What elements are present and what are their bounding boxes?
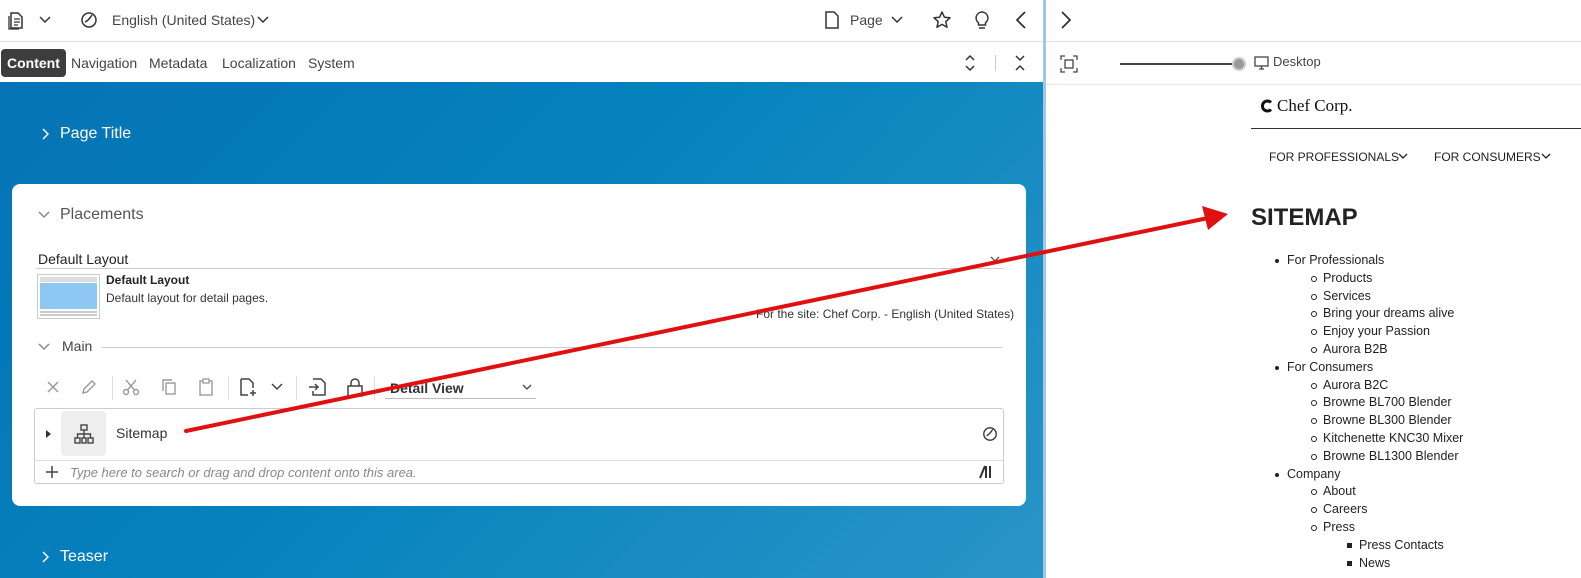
annotation-arrow-line (184, 216, 1210, 433)
annotation-arrow-head (1202, 206, 1228, 230)
annotation-arrow (184, 206, 1228, 433)
